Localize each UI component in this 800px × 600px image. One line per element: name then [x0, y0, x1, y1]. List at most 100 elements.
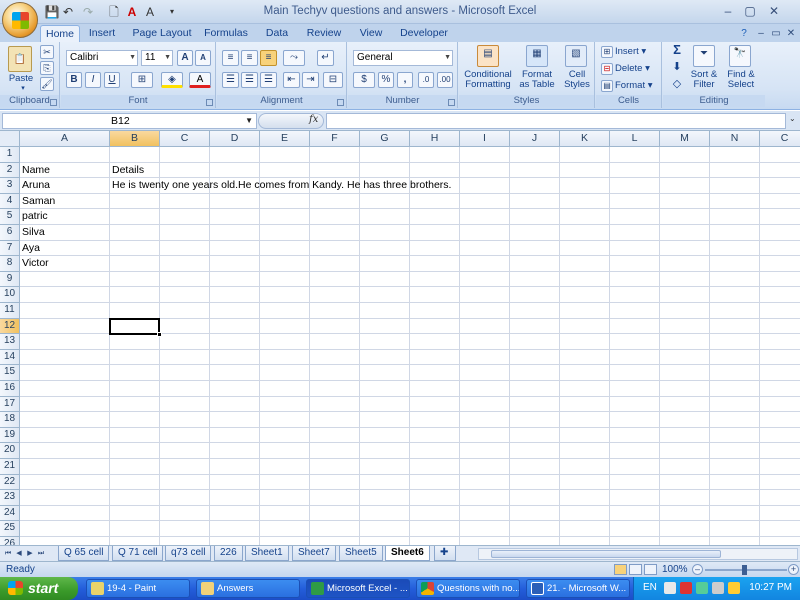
- row-header-9[interactable]: 9: [0, 271, 20, 288]
- row-header-22[interactable]: 22: [0, 474, 20, 491]
- autosum-icon[interactable]: Σ: [668, 43, 686, 56]
- sheet-tab-q73[interactable]: q73 cell: [165, 546, 212, 561]
- font-name-combo[interactable]: Calibri ▼: [66, 50, 138, 66]
- align-center-icon[interactable]: ☰: [241, 72, 258, 88]
- tab-insert[interactable]: Insert: [84, 25, 120, 42]
- row-header-20[interactable]: 20: [0, 443, 20, 459]
- ribbon-restore-icon[interactable]: ▭: [769, 27, 783, 40]
- paste-dropdown-icon[interactable]: ▾: [12, 84, 34, 94]
- font-launcher-icon[interactable]: [206, 99, 213, 106]
- cell-a8[interactable]: Victor: [20, 256, 49, 272]
- increase-decimal-icon[interactable]: .0: [418, 72, 434, 88]
- delete-cells-button[interactable]: Delete ▾: [615, 64, 657, 74]
- column-header-k[interactable]: K: [560, 131, 610, 147]
- row-header-6[interactable]: 6: [0, 225, 20, 241]
- column-header-a[interactable]: A: [20, 131, 110, 147]
- percent-button[interactable]: %: [378, 72, 394, 88]
- number-launcher-icon[interactable]: [448, 99, 455, 106]
- sheet-tab-q71[interactable]: Q 71 cell: [112, 546, 164, 561]
- zoom-slider-thumb[interactable]: [742, 565, 747, 575]
- fill-icon[interactable]: ⬇: [668, 62, 686, 73]
- wrap-text-icon[interactable]: ↵: [317, 50, 334, 66]
- column-header-h[interactable]: H: [410, 131, 460, 147]
- tray-volume-icon[interactable]: [712, 582, 724, 594]
- cell-styles-button[interactable]: Cell Styles: [559, 70, 595, 90]
- currency-button[interactable]: $: [353, 72, 375, 88]
- align-top-icon[interactable]: ≡: [222, 50, 239, 66]
- sheet-tab-q65[interactable]: Q 65 cell: [58, 546, 110, 561]
- cell-a4[interactable]: Saman: [20, 194, 55, 210]
- ribbon-minimize-icon[interactable]: –: [754, 27, 768, 40]
- tab-home[interactable]: Home: [40, 25, 80, 42]
- align-left-icon[interactable]: ☰: [222, 72, 239, 88]
- clear-icon[interactable]: ◇: [668, 79, 686, 90]
- task-word[interactable]: 21. - Microsoft W...: [526, 579, 630, 598]
- paste-button[interactable]: Paste: [4, 74, 38, 84]
- fill-color-icon[interactable]: ◈: [161, 72, 183, 88]
- row-header-1[interactable]: 1: [0, 147, 20, 163]
- row-header-11[interactable]: 11: [0, 303, 20, 319]
- align-bottom-icon[interactable]: ≡: [260, 50, 277, 66]
- task-excel[interactable]: Microsoft Excel - ...: [306, 579, 410, 598]
- cell-a7[interactable]: Aya: [20, 241, 40, 257]
- office-button[interactable]: [2, 2, 38, 38]
- row-header-19[interactable]: 19: [0, 427, 20, 444]
- alignment-launcher-icon[interactable]: [337, 99, 344, 106]
- conditional-formatting-button[interactable]: Conditional Formatting: [459, 70, 517, 90]
- row-header-24[interactable]: 24: [0, 505, 20, 522]
- row-header-12[interactable]: 12: [0, 318, 20, 335]
- row-header-15[interactable]: 15: [0, 365, 20, 381]
- task-answers[interactable]: Answers: [196, 579, 300, 598]
- tab-data[interactable]: Data: [260, 25, 294, 42]
- column-header-l[interactable]: L: [610, 131, 660, 147]
- close-button[interactable]: ✕: [764, 3, 784, 20]
- row-header-26[interactable]: 26: [0, 537, 20, 545]
- tray-network-icon[interactable]: [696, 582, 708, 594]
- formula-input[interactable]: [326, 113, 786, 129]
- cell-a3[interactable]: Aruna: [20, 178, 50, 194]
- tray-messenger-icon[interactable]: [728, 582, 740, 594]
- column-header-i[interactable]: I: [460, 131, 510, 147]
- column-header-c[interactable]: C: [760, 131, 800, 147]
- row-header-16[interactable]: 16: [0, 381, 20, 397]
- column-header-j[interactable]: J: [510, 131, 560, 147]
- font-color-icon[interactable]: A: [189, 72, 211, 88]
- previous-sheet-icon[interactable]: ◀: [14, 548, 24, 560]
- column-header-g[interactable]: G: [360, 131, 410, 147]
- sort-filter-icon[interactable]: ⏷: [693, 45, 715, 67]
- comma-button[interactable]: ,: [397, 72, 413, 88]
- row-header-5[interactable]: 5: [0, 209, 20, 225]
- increase-indent-icon[interactable]: ⇥: [302, 72, 319, 88]
- last-sheet-icon[interactable]: ⏭: [36, 548, 46, 560]
- name-box[interactable]: B12 ▼: [2, 113, 257, 129]
- align-middle-icon[interactable]: ≡: [241, 50, 258, 66]
- column-header-d[interactable]: D: [210, 131, 260, 147]
- cell-styles-icon[interactable]: ▧: [565, 45, 587, 67]
- number-format-combo[interactable]: General ▼: [353, 50, 453, 66]
- page-layout-view-icon[interactable]: [629, 564, 642, 575]
- cell-b3[interactable]: He is twenty one years old.He comes from…: [110, 178, 451, 194]
- tray-app-icon[interactable]: [664, 582, 676, 594]
- sheet-tab-226[interactable]: 226: [214, 546, 243, 561]
- sheet-tab-sheet7[interactable]: Sheet7: [292, 546, 336, 561]
- row-header-8[interactable]: 8: [0, 256, 20, 272]
- next-sheet-icon[interactable]: ▶: [25, 548, 35, 560]
- fill-handle[interactable]: [157, 332, 162, 338]
- tab-view[interactable]: View: [354, 25, 388, 42]
- format-painter-icon[interactable]: 🖌: [40, 77, 54, 91]
- insert-function-icon[interactable]: fx: [309, 114, 318, 125]
- format-as-table-icon[interactable]: ▦: [526, 45, 548, 67]
- first-sheet-icon[interactable]: ⏮: [3, 548, 13, 560]
- zoom-in-icon[interactable]: +: [788, 564, 799, 575]
- font-size-combo[interactable]: 11 ▼: [141, 50, 173, 66]
- orientation-icon[interactable]: ⤳: [283, 50, 305, 66]
- grow-font-icon[interactable]: A: [177, 50, 193, 66]
- task-chrome[interactable]: Questions with no...: [416, 579, 520, 598]
- scrollbar-thumb[interactable]: [491, 550, 721, 558]
- conditional-formatting-icon[interactable]: ▤: [477, 45, 499, 67]
- row-header-25[interactable]: 25: [0, 521, 20, 537]
- column-header-b[interactable]: B: [110, 131, 160, 147]
- sheet-tab-sheet5[interactable]: Sheet5: [339, 546, 383, 561]
- find-select-button[interactable]: Find & Select: [721, 70, 761, 90]
- row-header-3[interactable]: 3: [0, 178, 20, 194]
